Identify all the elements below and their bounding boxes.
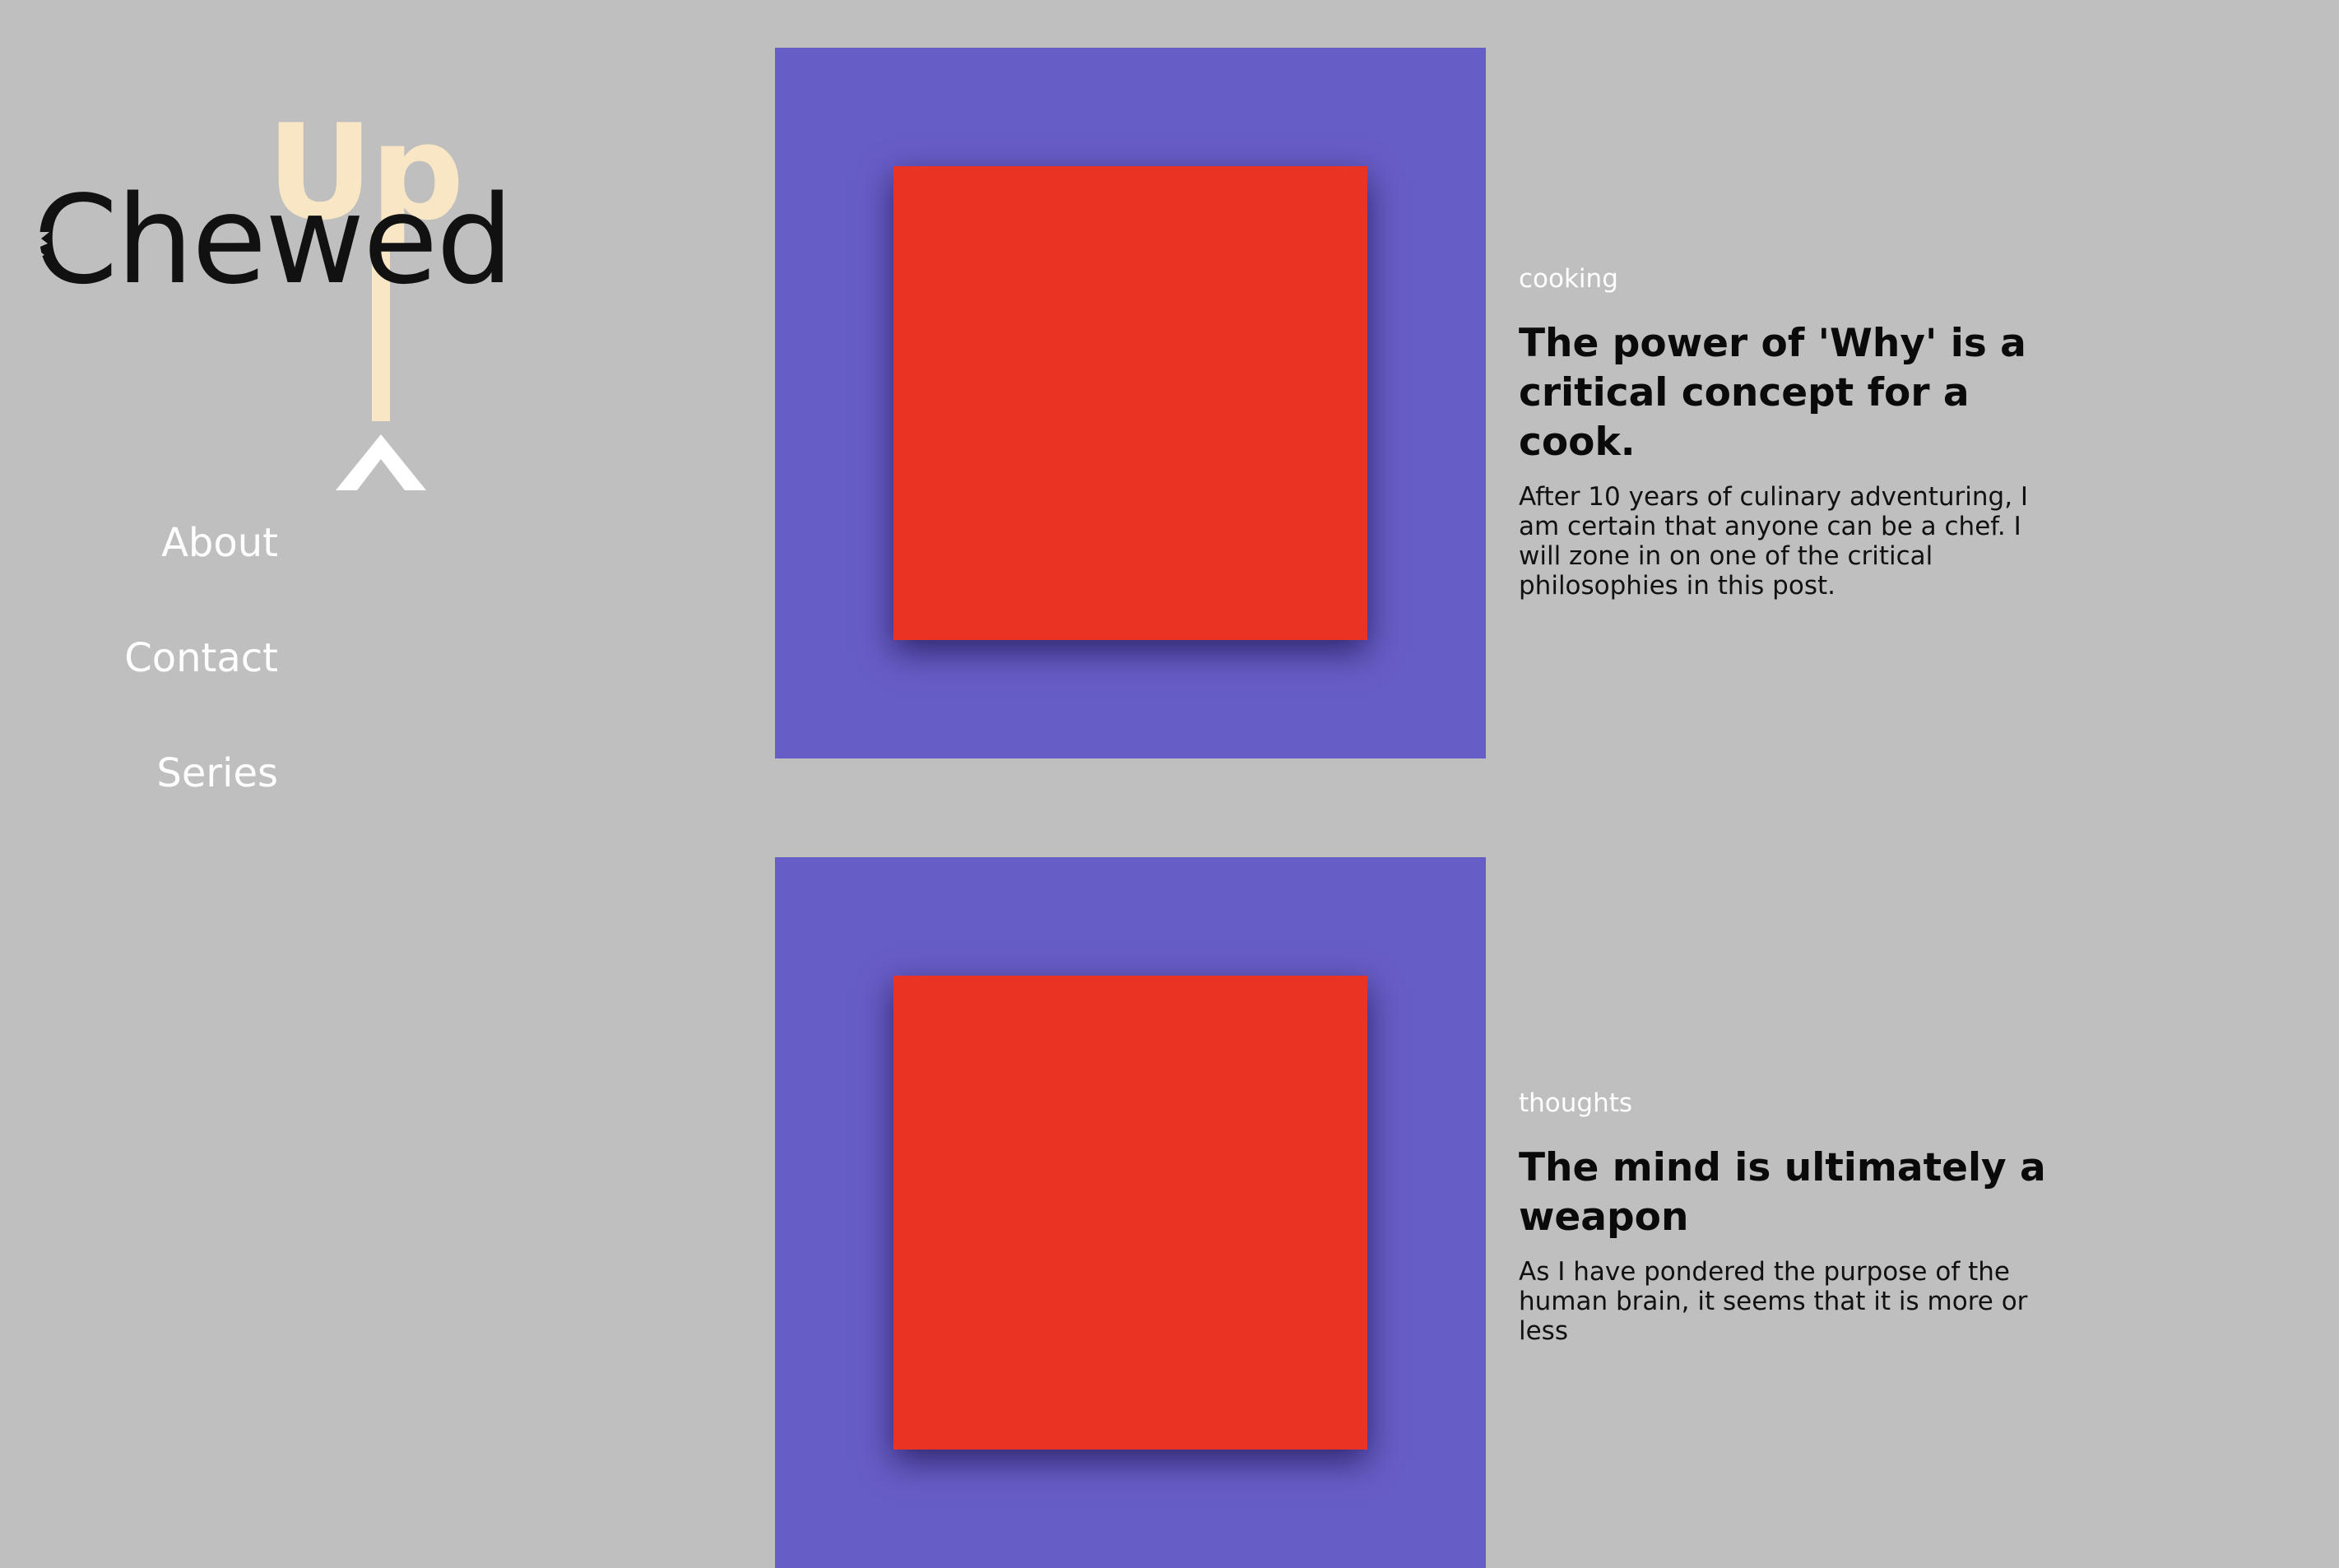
post-thumbnail[interactable]: [775, 857, 1486, 1568]
post-excerpt: As I have pondered the purpose of the hu…: [1519, 1257, 2028, 1346]
bite-mark-icon: [28, 232, 51, 278]
post-category[interactable]: cooking: [1519, 263, 2062, 295]
main-nav: About Contact Series: [124, 518, 278, 864]
caret-up-icon[interactable]: [336, 434, 426, 490]
post-thumbnail-square: [893, 166, 1367, 640]
post-thumbnail-square: [893, 976, 1367, 1450]
post-text: thoughts The mind is ultimately a weapon…: [1519, 1088, 2062, 1346]
logo-word-chewed: Chewed: [33, 169, 513, 311]
post-title[interactable]: The power of 'Why' is a critical concept…: [1519, 319, 2062, 467]
nav-item-contact[interactable]: Contact: [124, 633, 278, 683]
site-logo[interactable]: Up Chewed: [28, 107, 513, 502]
post-category[interactable]: thoughts: [1519, 1088, 2062, 1119]
nav-item-series[interactable]: Series: [124, 749, 278, 798]
post-excerpt: After 10 years of culinary adventuring, …: [1519, 482, 2029, 601]
nav-item-about[interactable]: About: [124, 518, 278, 568]
post-thumbnail[interactable]: [775, 48, 1486, 758]
post-title[interactable]: The mind is ultimately a weapon: [1519, 1144, 2062, 1242]
post-text: cooking The power of 'Why' is a critical…: [1519, 263, 2062, 601]
